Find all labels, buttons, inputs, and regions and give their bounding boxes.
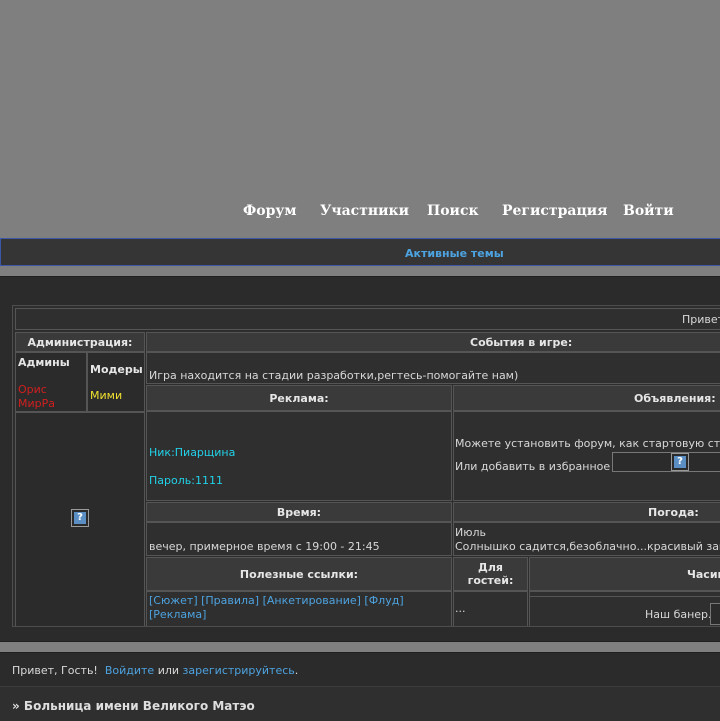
- links-list: [Сюжет] [Правила] [Анкетирование] [Флуд]…: [149, 594, 449, 622]
- favorite-image-icon: ?: [671, 453, 689, 471]
- greeting-text: Привет: [682, 313, 720, 326]
- guests-header: Для гостей:: [453, 557, 528, 591]
- guest-greeting-bar: Привет, Гость! Войдите или зарегистрируй…: [0, 652, 720, 687]
- hours-header: Часик: [529, 557, 720, 591]
- links-header: Полезные ссылки:: [146, 557, 452, 591]
- announcements-header-text: Объявления:: [634, 392, 716, 405]
- forum-title[interactable]: » Больница имени Великого Матэо: [12, 699, 255, 713]
- period-text: .: [294, 664, 299, 677]
- nav-forum-link[interactable]: Форум: [243, 203, 297, 219]
- ads-cell: Ник:Пиарщина Пароль:1111: [146, 411, 452, 501]
- ads-header: Реклама:: [146, 385, 452, 411]
- announcements-line2: Или добавить в избранное: [455, 460, 611, 473]
- register-link[interactable]: зарегистрируйтесь: [183, 664, 295, 677]
- nav-search-link[interactable]: Поиск: [427, 203, 479, 219]
- events-header: События в игре:: [146, 332, 720, 352]
- announcements-cell: Можете установить форум, как стартовую с…: [453, 411, 720, 501]
- time-header: Время:: [146, 502, 452, 522]
- mod-name-mimi[interactable]: Мими: [90, 389, 122, 402]
- or-text: или: [157, 664, 180, 677]
- forum-title-bar: » Больница имени Великого Матэо: [0, 686, 720, 721]
- login-link[interactable]: Войдите: [105, 664, 154, 677]
- active-topics-bar: Активные темы: [0, 238, 720, 266]
- announcements-line1: Можете установить форум, как стартовую с…: [455, 437, 720, 450]
- ads-nick: Ник:Пиарщина: [149, 446, 236, 459]
- active-topics-link[interactable]: Активные темы: [405, 247, 504, 260]
- nav-register-link[interactable]: Регистрация: [502, 203, 608, 219]
- guest-greeting: Привет, Гость! Войдите или зарегистрируй…: [12, 664, 298, 677]
- link-survey[interactable]: [Анкетирование]: [263, 594, 361, 607]
- events-text: Игра находится на стадии разработки,регт…: [149, 369, 519, 382]
- weather-month: Июль: [455, 526, 487, 539]
- weather-header: Погода:: [453, 502, 720, 522]
- nav-members-link[interactable]: Участники: [320, 203, 409, 219]
- admin-name-oris[interactable]: Орис: [18, 383, 47, 396]
- admin-header: Администрация:: [15, 332, 145, 352]
- weather-header-text: Погода:: [648, 506, 699, 519]
- banner-image[interactable]: [710, 603, 720, 625]
- announcements-header: Объявления:: [453, 385, 720, 411]
- hours-header-text: Часик: [687, 568, 720, 581]
- events-cell: Игра находится на стадии разработки,регт…: [146, 352, 720, 384]
- info-table: Привет Администрация: Админы Орис МирРа …: [12, 305, 720, 627]
- guests-cell: ...: [453, 591, 528, 626]
- link-rules[interactable]: [Правила]: [201, 594, 259, 607]
- info-panel: Привет Администрация: Админы Орис МирРа …: [0, 276, 720, 642]
- link-flood[interactable]: [Флуд]: [364, 594, 403, 607]
- guests-text: ...: [455, 602, 466, 615]
- mods-label: Модеры: [90, 363, 143, 376]
- admin-name-mirra[interactable]: МирРа: [18, 397, 55, 410]
- favorite-button[interactable]: ?: [612, 452, 720, 472]
- banner-text: Наш банер.: [645, 608, 712, 621]
- greeting-row: Привет: [15, 308, 720, 330]
- ads-password: Пароль:1111: [149, 474, 223, 487]
- weather-text: Солнышко садится,безоблачно...красивый з…: [455, 540, 720, 553]
- hours-cell: Наш банер.: [529, 591, 720, 626]
- time-text: вечер, примерное время с 19:00 - 21:45: [149, 540, 380, 553]
- admin-image-cell: ?: [15, 412, 145, 626]
- links-cell: [Сюжет] [Правила] [Анкетирование] [Флуд]…: [146, 591, 452, 626]
- main-nav: Форум Участники Поиск Регистрация Войти: [0, 203, 720, 223]
- admins-label: Админы: [18, 356, 70, 369]
- link-plot[interactable]: [Сюжет]: [149, 594, 198, 607]
- nav-login-link[interactable]: Войти: [623, 203, 674, 219]
- events-header-text: События в игре:: [470, 336, 573, 349]
- admins-cell: Админы Орис МирРа: [15, 352, 87, 412]
- guest-hello: Привет, Гость!: [12, 664, 98, 677]
- hours-divider: [530, 596, 720, 597]
- time-cell: вечер, примерное время с 19:00 - 21:45: [146, 522, 452, 556]
- weather-cell: Июль Солнышко садится,безоблачно...краси…: [453, 522, 720, 556]
- link-ads[interactable]: [Реклама]: [149, 608, 206, 621]
- help-image-icon: ?: [71, 509, 89, 527]
- mods-cell: Модеры Мими: [87, 352, 145, 412]
